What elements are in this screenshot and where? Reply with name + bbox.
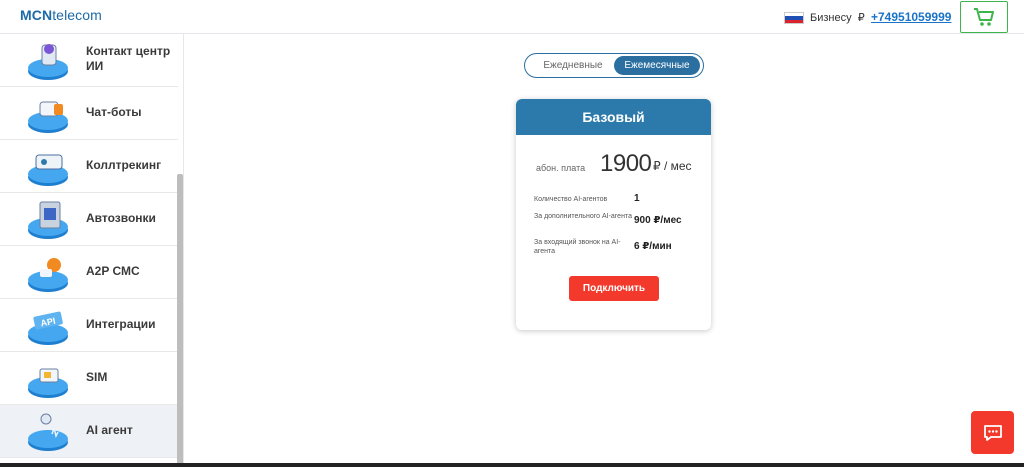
connect-button[interactable]: Подключить — [569, 276, 659, 301]
currency-label: ₽ — [857, 12, 865, 24]
logo-bold-text: MCN — [20, 7, 53, 23]
sidebar-item-label: Автозвонки — [86, 211, 156, 225]
sidebar-item-ai-contact-center[interactable]: Контакт центр ИИ — [0, 34, 178, 87]
sidebar-scrollbar[interactable] — [177, 174, 183, 467]
sms-icon — [28, 258, 68, 292]
sidebar-item-label: Интеграции — [86, 317, 156, 331]
sidebar-item-a2p-sms[interactable]: A2P СМС — [0, 246, 178, 299]
chat-icon — [983, 424, 1002, 441]
logo-rest-text: telecom — [52, 7, 102, 23]
toggle-monthly[interactable]: Ежемесячные — [614, 56, 700, 75]
mcn-logo[interactable]: MCNtelecom — [20, 7, 102, 23]
toggle-daily[interactable]: Ежедневные — [531, 56, 615, 75]
sidebar-item-label: Чат-боты — [86, 105, 142, 119]
top-header: MCNtelecom Бизнесу ₽ +74951059999 — [0, 0, 1024, 34]
tariff-title: Базовый — [516, 99, 711, 135]
sidebar-item-autocalls[interactable]: Автозвонки — [0, 193, 178, 246]
chatbot-icon — [28, 101, 68, 133]
row-value: 900 ₽/мес — [634, 215, 682, 226]
russia-flag-icon[interactable] — [784, 12, 804, 24]
fee-label: абон. плата — [536, 163, 586, 173]
fee-unit: ₽ / мес — [653, 159, 692, 173]
cart-icon — [974, 8, 994, 26]
calltracking-icon — [28, 154, 68, 186]
sidebar-item-label: SIM — [86, 370, 108, 384]
bottom-edge — [0, 463, 1024, 467]
billing-period-toggle: Ежедневные Ежемесячные — [524, 53, 704, 78]
row-label: Количество AI-агентов — [534, 196, 608, 203]
row-value: 6 ₽/мин — [634, 241, 672, 252]
phone-link[interactable]: +74951059999 — [871, 10, 951, 24]
chat-widget-button[interactable] — [971, 411, 1014, 454]
sidebar-item-label: A2P СМС — [86, 264, 140, 278]
autocall-icon — [28, 201, 68, 239]
sidebar-item-label: Коллтрекинг — [86, 158, 162, 172]
segment-label: Бизнесу — [810, 12, 852, 24]
row-label: За дополнительного AI-агента — [534, 213, 632, 220]
ai-agent-icon — [28, 413, 68, 451]
row-value: 1 — [634, 193, 640, 204]
ai-contact-center-icon — [28, 44, 68, 80]
sidebar-item-integrations[interactable]: API Интеграции — [0, 299, 178, 352]
tariff-card: Базовый абон. плата 1900 ₽ / мес Количес… — [516, 99, 711, 330]
row-label: За входящий звонок на AI-агента — [534, 239, 621, 255]
segment-selector[interactable]: Бизнесу ₽ — [810, 11, 865, 24]
sidebar-item-ai-agent[interactable]: AI агент — [0, 405, 178, 458]
api-icon: API — [28, 311, 68, 345]
sim-icon — [28, 368, 68, 398]
sidebar: Контакт центр ИИ Чат-боты Коллтрекинг Ав… — [0, 34, 184, 467]
cart-button[interactable] — [960, 1, 1008, 33]
fee-value: 1900 — [600, 150, 652, 177]
sidebar-item-label: Контакт центр ИИ — [86, 44, 171, 73]
sidebar-item-chatbots[interactable]: Чат-боты — [0, 87, 178, 140]
sidebar-item-label: AI агент — [86, 423, 133, 437]
sidebar-item-calltracking[interactable]: Коллтрекинг — [0, 140, 178, 193]
sidebar-item-sim[interactable]: SIM — [0, 352, 178, 405]
